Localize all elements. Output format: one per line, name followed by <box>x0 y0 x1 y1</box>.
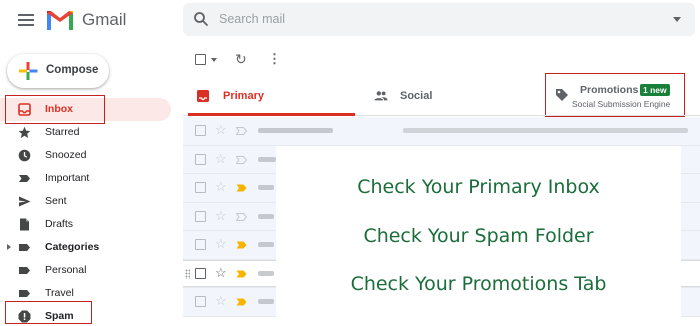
sidebar-item-label: Snoozed <box>45 149 87 161</box>
search-icon[interactable] <box>193 11 209 27</box>
row-checkbox[interactable] <box>195 182 206 193</box>
row-checkbox[interactable] <box>195 267 206 279</box>
tab-promotions[interactable]: Promotions 1 new Social Submission Engin… <box>545 74 700 116</box>
blurred-sender <box>258 270 274 276</box>
instruction-primary: Check Your Primary Inbox <box>357 176 600 198</box>
sidebar-item-snoozed[interactable]: Snoozed <box>0 144 175 167</box>
plus-icon <box>19 62 38 80</box>
blurred-sender <box>258 156 276 162</box>
expand-caret-icon[interactable] <box>7 244 11 250</box>
important-marker-icon[interactable] <box>236 298 247 306</box>
refresh-icon[interactable]: ↻ <box>235 51 247 68</box>
sidebar-item-label: Drafts <box>45 218 74 230</box>
row-checkbox[interactable] <box>195 210 206 222</box>
instruction-overlay: Check Your Primary Inbox Check Your Spam… <box>276 146 681 326</box>
draft-icon <box>18 218 31 231</box>
app-name: Gmail <box>82 10 127 29</box>
tab-primary[interactable]: Primary <box>188 74 355 116</box>
more-vert-icon[interactable]: ⋮ <box>268 51 281 67</box>
new-count-badge: 1 new <box>640 84 670 96</box>
sidebar-item-label: Categories <box>45 241 100 253</box>
important-marker-icon[interactable] <box>236 212 247 221</box>
tag-icon <box>556 89 568 101</box>
sidebar-item-starred[interactable]: Starred <box>0 121 175 144</box>
tab-label: Promotions <box>580 84 639 96</box>
star-outline-icon[interactable]: ☆ <box>215 293 227 309</box>
sidebar-item-categories[interactable]: Categories <box>0 236 175 259</box>
important-marker-icon[interactable] <box>236 155 247 164</box>
label-icon <box>18 241 31 254</box>
star-outline-icon[interactable]: ☆ <box>215 179 227 195</box>
sidebar-item-label: Starred <box>45 126 80 138</box>
sidebar-item-sent[interactable]: Sent <box>0 190 175 213</box>
sidebar-item-label: Sent <box>45 195 67 207</box>
star-outline-icon[interactable]: ☆ <box>215 122 227 138</box>
tab-social[interactable]: Social <box>368 74 538 116</box>
clock-icon <box>18 149 31 162</box>
select-caret-icon[interactable] <box>211 58 217 62</box>
star-icon <box>18 126 31 139</box>
spam-highlight-box <box>5 301 92 324</box>
select-all-checkbox[interactable] <box>195 54 206 65</box>
sidebar-item-label: Personal <box>45 264 87 276</box>
star-outline-icon[interactable]: ☆ <box>215 236 227 252</box>
inbox-icon <box>197 90 209 102</box>
drag-handle-icon[interactable] <box>185 268 190 279</box>
instruction-promotions: Check Your Promotions Tab <box>350 273 607 295</box>
row-checkbox[interactable] <box>195 239 206 250</box>
sidebar-item-drafts[interactable]: Drafts <box>0 213 175 236</box>
chevron-down-icon[interactable] <box>673 17 681 22</box>
blurred-sender <box>258 299 274 304</box>
search-placeholder[interactable]: Search mail <box>219 12 285 26</box>
important-marker-icon[interactable] <box>236 241 247 249</box>
blurred-sender <box>258 185 274 190</box>
inbox-highlight-box <box>5 95 105 124</box>
email-row[interactable]: ☆ <box>183 117 700 146</box>
menu-icon[interactable] <box>18 14 34 26</box>
mail-toolbar: ↻ ⋮ <box>190 50 290 70</box>
sidebar-nav: Inbox Starred Snoozed Important Sent Dra… <box>0 98 175 326</box>
blurred-sender <box>258 213 274 219</box>
gmail-logo-icon[interactable] <box>45 8 75 32</box>
instruction-spam: Check Your Spam Folder <box>363 225 594 247</box>
sidebar-item-important[interactable]: Important <box>0 167 175 190</box>
tab-label: Social <box>400 90 433 102</box>
blurred-sender <box>258 128 333 133</box>
important-marker-icon[interactable] <box>236 184 247 192</box>
category-tabs: Primary Social Promotions 1 new Social S… <box>183 74 700 116</box>
important-marker-icon[interactable] <box>236 270 247 278</box>
star-outline-icon[interactable]: ☆ <box>215 151 227 167</box>
label-icon <box>18 287 31 300</box>
important-marker-icon[interactable] <box>236 127 247 135</box>
send-icon <box>18 195 31 208</box>
blurred-sender <box>258 242 274 247</box>
top-bar: Gmail Search mail <box>0 0 700 44</box>
compose-button[interactable]: Compose <box>7 54 109 88</box>
tab-label: Primary <box>223 90 264 102</box>
row-checkbox[interactable] <box>195 153 206 165</box>
label-important-icon <box>18 172 31 185</box>
people-icon <box>374 91 388 101</box>
sidebar-item-label: Important <box>45 172 90 184</box>
sidebar-item-personal[interactable]: Personal <box>0 259 175 282</box>
compose-label: Compose <box>46 64 99 76</box>
sidebar-item-label: Travel <box>45 287 74 299</box>
row-checkbox[interactable] <box>195 125 206 136</box>
row-checkbox[interactable] <box>195 296 206 307</box>
tab-subtitle: Social Submission Engine <box>572 99 671 109</box>
star-outline-icon[interactable]: ☆ <box>215 208 227 224</box>
search-bar[interactable]: Search mail <box>183 3 695 36</box>
label-icon <box>18 264 31 277</box>
blurred-subject <box>403 128 688 133</box>
star-outline-icon[interactable]: ☆ <box>215 265 227 281</box>
